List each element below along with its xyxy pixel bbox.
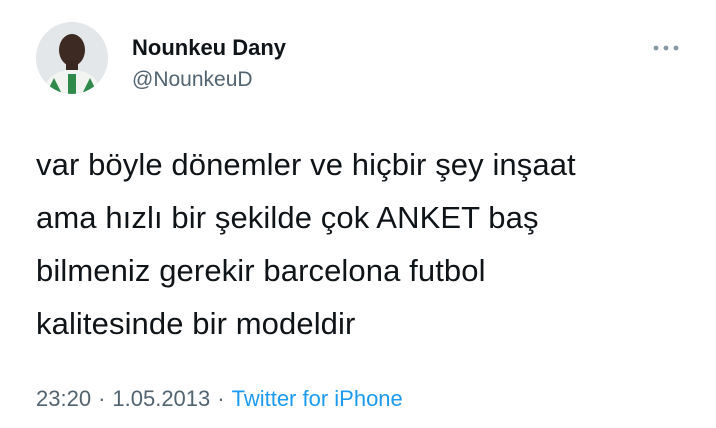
author-display-name[interactable]: Nounkeu Dany	[132, 34, 286, 62]
tweet-card: Nounkeu Dany @NounkeuD var böyle dönemle…	[0, 0, 716, 428]
avatar-image	[36, 22, 108, 94]
meta-separator: ·	[217, 386, 225, 411]
tweet-text-line: ama hızlı bir şekilde çok ANKET baş	[36, 200, 539, 235]
tweet-source-link[interactable]: Twitter for iPhone	[232, 386, 403, 411]
tweet-metadata: 23:20 · 1.05.2013 · Twitter for iPhone	[36, 384, 403, 414]
author-handle[interactable]: @NounkeuD	[132, 66, 253, 94]
tweet-text-line: bilmeniz gerekir barcelona futbol	[36, 253, 486, 288]
meta-separator: ·	[98, 386, 106, 411]
tweet-text: var böyle dönemler ve hiçbir şey inşaat …	[36, 138, 686, 350]
tweet-time[interactable]: 23:20	[36, 386, 91, 411]
avatar[interactable]	[36, 22, 108, 94]
tweet-text-line: var böyle dönemler ve hiçbir şey inşaat	[36, 147, 576, 182]
ellipsis-icon	[653, 45, 679, 51]
more-options-button[interactable]	[648, 36, 684, 60]
tweet-text-line: kalitesinde bir modeldir	[36, 306, 356, 341]
tweet-date[interactable]: 1.05.2013	[112, 386, 210, 411]
